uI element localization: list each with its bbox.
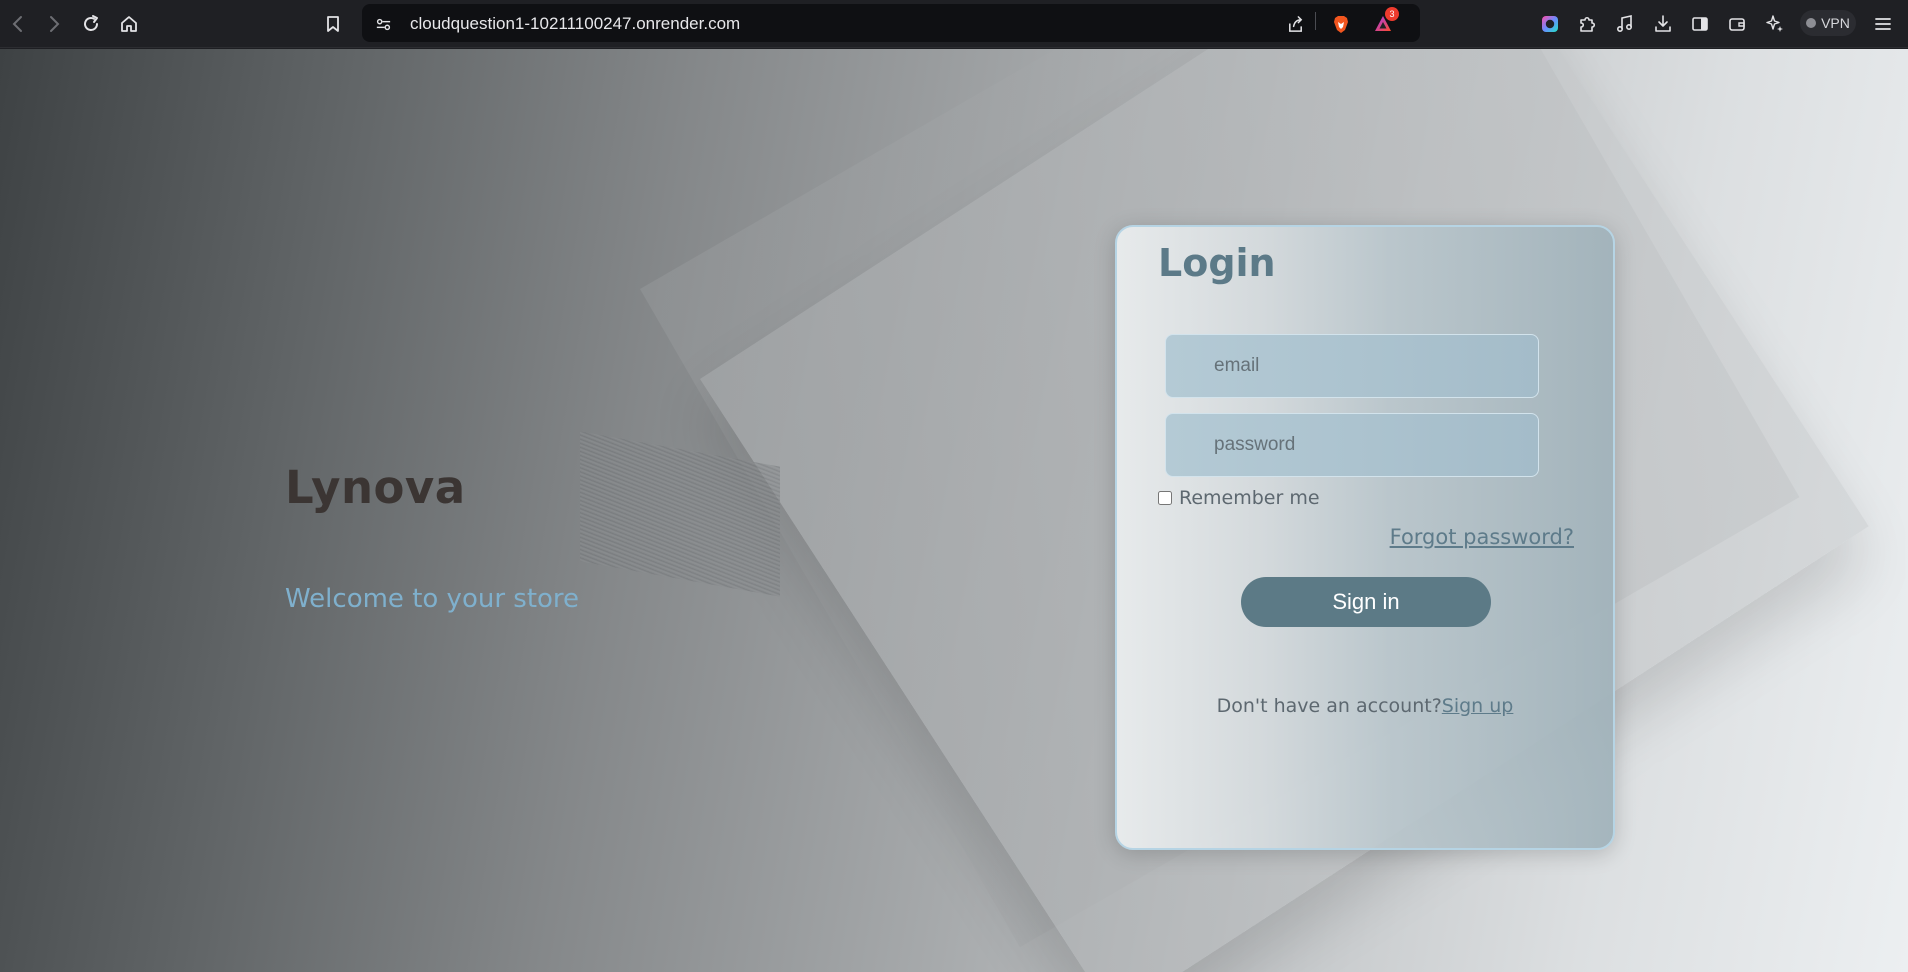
bookmark-icon[interactable]: [318, 9, 348, 39]
media-icon[interactable]: [1610, 9, 1640, 39]
sidebar-icon[interactable]: [1685, 9, 1715, 39]
signup-prompt: Don't have an account?Sign up: [1117, 695, 1613, 717]
leo-ai-icon[interactable]: [1535, 9, 1565, 39]
remember-me-label: Remember me: [1179, 487, 1320, 509]
login-card: Login Remember me Forgot password? Sign …: [1115, 225, 1615, 850]
url-text[interactable]: cloudquestion1-10211100247.onrender.com: [410, 14, 740, 34]
wallet-icon[interactable]: [1722, 9, 1752, 39]
browser-toolbar: cloudquestion1-10211100247.onrender.com …: [0, 0, 1908, 48]
home-icon[interactable]: [114, 9, 144, 39]
sign-up-link[interactable]: Sign up: [1442, 695, 1514, 717]
downloads-icon[interactable]: [1648, 9, 1678, 39]
remember-me-checkbox[interactable]: [1158, 491, 1172, 505]
email-input[interactable]: [1165, 334, 1539, 398]
rewards-count-badge: 3: [1385, 7, 1399, 21]
page-viewport: Lynova Welcome to your store Login Remem…: [0, 49, 1908, 972]
login-title: Login: [1158, 241, 1276, 285]
vpn-status-icon: [1806, 18, 1817, 28]
welcome-tagline: Welcome to your store: [285, 584, 580, 614]
extensions-icon[interactable]: [1572, 9, 1602, 39]
brand-title: Lynova: [285, 461, 466, 514]
brave-shield-icon[interactable]: [1326, 9, 1356, 39]
vpn-button[interactable]: VPN: [1800, 10, 1856, 36]
forgot-password-link[interactable]: Forgot password?: [1390, 525, 1574, 549]
back-arrow-icon[interactable]: [3, 9, 33, 39]
site-settings-icon[interactable]: [372, 13, 394, 35]
password-input[interactable]: [1165, 413, 1539, 477]
address-bar-divider: [1315, 12, 1316, 30]
sparkle-icon[interactable]: [1760, 9, 1790, 39]
share-icon[interactable]: [1284, 13, 1306, 35]
remember-me-row[interactable]: Remember me: [1158, 487, 1320, 509]
menu-icon[interactable]: [1868, 9, 1898, 39]
reload-icon[interactable]: [76, 9, 106, 39]
sign-in-button[interactable]: Sign in: [1241, 577, 1491, 627]
vpn-label: VPN: [1821, 15, 1850, 31]
forward-arrow-icon[interactable]: [39, 9, 69, 39]
no-account-text: Don't have an account?: [1216, 695, 1442, 717]
address-bar[interactable]: cloudquestion1-10211100247.onrender.com: [362, 4, 1420, 42]
